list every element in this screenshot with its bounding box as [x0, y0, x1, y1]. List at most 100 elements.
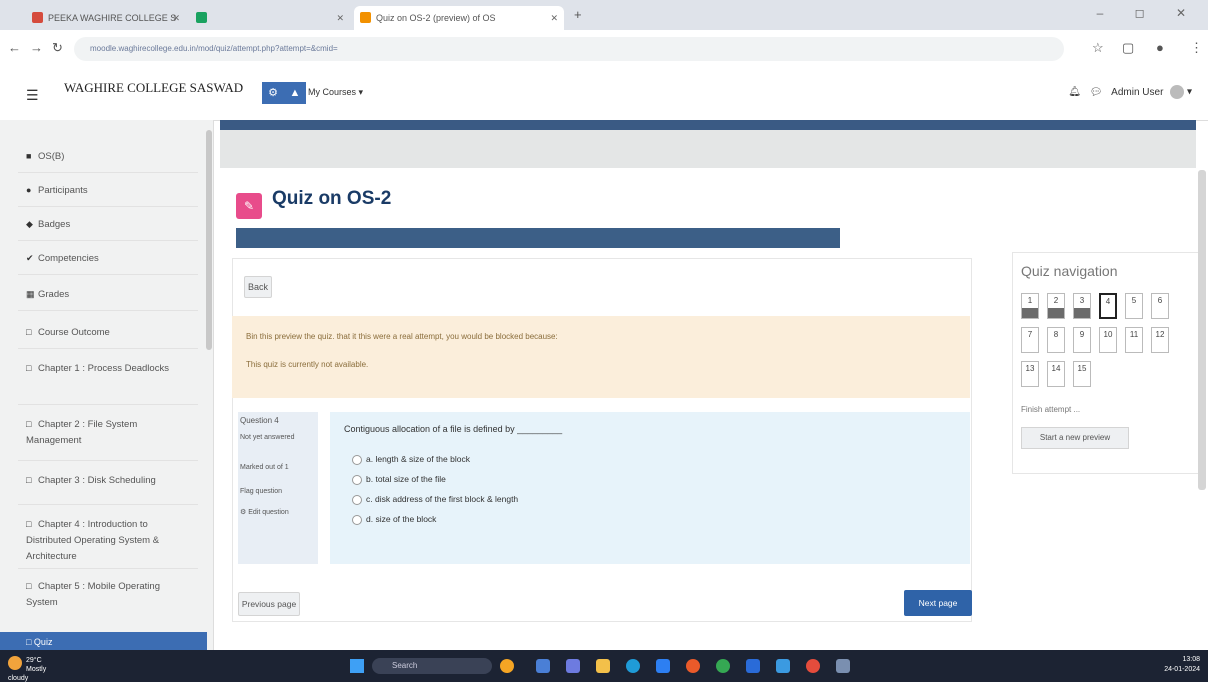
- quiz-navigation-title: Quiz navigation: [1021, 263, 1118, 279]
- sidebar-item-quiz-active[interactable]: □ Quiz: [0, 632, 207, 650]
- badges-icon: ◆: [26, 219, 33, 229]
- back-button[interactable]: Back: [244, 276, 272, 298]
- app-icon[interactable]: [836, 659, 850, 673]
- messages-icon[interactable]: 💬︎: [1090, 87, 1103, 98]
- radio-button[interactable]: [352, 474, 362, 485]
- notifications-bell-icon[interactable]: 🔔︎: [1068, 87, 1081, 98]
- browser-menu-icon[interactable]: ⋮: [1190, 40, 1203, 56]
- firefox-icon[interactable]: [686, 659, 700, 673]
- address-bar[interactable]: moodle.waghirecollege.edu.in/mod/quiz/at…: [74, 37, 1064, 61]
- gear-icon: ⚙: [240, 509, 249, 516]
- finish-attempt-link[interactable]: Finish attempt ...: [1021, 405, 1080, 414]
- forward-arrow-icon[interactable]: →: [30, 40, 43, 55]
- sidebar-item-course[interactable]: ■ OS(B): [26, 148, 186, 165]
- quiz-icon: ✎: [236, 193, 262, 219]
- radio-button[interactable]: [352, 514, 362, 525]
- sidebar-item-chapter-5[interactable]: □ Chapter 5 : Mobile Operating System: [26, 578, 186, 611]
- quiz-nav-question-7[interactable]: 7: [1021, 327, 1039, 353]
- edit-question-link[interactable]: ⚙ Edit question: [240, 508, 289, 516]
- flag-question-link[interactable]: Flag question: [240, 488, 282, 495]
- close-tab-icon[interactable]: ✕: [336, 6, 344, 30]
- browser-tab-active[interactable]: Quiz on OS-2 (preview) of OS ✕: [354, 6, 564, 30]
- tab-favicon-icon: [32, 12, 43, 23]
- quiz-nav-question-8[interactable]: 8: [1047, 327, 1065, 353]
- sidebar-item-chapter-4[interactable]: □ Chapter 4 : Introduction to Distributed…: [26, 516, 186, 565]
- user-name[interactable]: Admin User: [1111, 87, 1163, 98]
- folder-icon: □: [26, 419, 32, 429]
- quiz-nav-question-5[interactable]: 5: [1125, 293, 1143, 319]
- next-page-button[interactable]: Next page: [904, 590, 972, 616]
- tab-label: PEEKA WAGHIRE COLLEGE S: [48, 13, 177, 23]
- quiz-nav-question-13[interactable]: 13: [1021, 361, 1039, 387]
- reload-icon[interactable]: ↻: [52, 40, 63, 56]
- edge-icon[interactable]: [626, 659, 640, 673]
- sidebar-item-chapter-2[interactable]: □ Chapter 2 : File System Management: [26, 416, 186, 449]
- warning-text: Bin this preview the quiz. that it this …: [246, 332, 558, 341]
- extensions-icon[interactable]: ▢: [1122, 40, 1134, 56]
- chrome-icon[interactable]: [716, 659, 730, 673]
- browser-toolbar: ← → ↻ moodle.waghirecollege.edu.in/mod/q…: [0, 30, 1208, 71]
- radio-button[interactable]: [352, 454, 362, 465]
- teams-icon[interactable]: [566, 659, 580, 673]
- sidebar-item-badges[interactable]: ◆ Badges: [26, 216, 186, 233]
- my-courses-dropdown[interactable]: My Courses ▾: [308, 87, 363, 98]
- media-app-icon[interactable]: [806, 659, 820, 673]
- weather-widget[interactable]: 29°C Mostly cloudy: [8, 656, 50, 683]
- quiz-nav-question-2[interactable]: 2: [1047, 293, 1065, 319]
- photos-icon[interactable]: [776, 659, 790, 673]
- close-tab-icon[interactable]: ✕: [172, 6, 180, 30]
- sidebar-divider: [18, 274, 198, 275]
- sidebar-item-competencies[interactable]: ✔ Competencies: [26, 250, 186, 267]
- task-view-icon[interactable]: [536, 659, 550, 673]
- profile-icon[interactable]: ●: [1156, 40, 1164, 55]
- quiz-nav-question-1[interactable]: 1: [1021, 293, 1039, 319]
- windows-start-icon[interactable]: [350, 659, 364, 673]
- bookmark-star-icon[interactable]: ☆: [1092, 40, 1104, 56]
- tools-icon[interactable]: ⚙: [262, 82, 284, 104]
- system-tray[interactable]: 13:08 24-01-2024: [1164, 655, 1200, 675]
- user-dropdown-icon[interactable]: ▾: [1187, 87, 1192, 98]
- answer-option-b[interactable]: b. total size of the file: [352, 474, 446, 485]
- sidebar-item-course-outcome[interactable]: □ Course Outcome: [26, 324, 186, 341]
- quiz-nav-question-3[interactable]: 3: [1073, 293, 1091, 319]
- file-explorer-icon[interactable]: [596, 659, 610, 673]
- quiz-nav-question-12[interactable]: 12: [1151, 327, 1169, 353]
- sidebar-scrollbar[interactable]: [206, 130, 212, 350]
- answer-option-a[interactable]: a. length & size of the block: [352, 454, 470, 465]
- sidebar-item-participants[interactable]: ● Participants: [26, 182, 186, 199]
- radio-button[interactable]: [352, 494, 362, 505]
- browser-tab-2[interactable]: ✕: [190, 6, 350, 30]
- quiz-nav-question-4[interactable]: 4: [1099, 293, 1117, 319]
- sidebar-item-grades[interactable]: ▦ Grades: [26, 286, 186, 303]
- sidebar-item-chapter-3[interactable]: □ Chapter 3 : Disk Scheduling: [26, 472, 186, 489]
- page-scrollbar[interactable]: [1198, 170, 1206, 490]
- window-controls[interactable]: – ◻ ✕: [1097, 6, 1200, 20]
- quiz-nav-question-15[interactable]: 15: [1073, 361, 1091, 387]
- word-icon[interactable]: [746, 659, 760, 673]
- hamburger-menu-icon[interactable]: ☰: [26, 87, 39, 104]
- quiz-nav-question-10[interactable]: 10: [1099, 327, 1117, 353]
- navbar-user-area: 🔔︎ 💬︎ Admin User ▾: [1068, 85, 1192, 99]
- new-tab-icon[interactable]: +: [574, 7, 582, 22]
- quiz-nav-question-6[interactable]: 6: [1151, 293, 1169, 319]
- sidebar-divider: [18, 172, 198, 173]
- back-arrow-icon[interactable]: ←: [8, 40, 21, 55]
- tab-favicon-icon: [196, 12, 207, 23]
- widget-app-icon[interactable]: [500, 659, 514, 673]
- user-menu-icon[interactable]: ▲: [284, 82, 306, 104]
- previous-page-button[interactable]: Previous page: [238, 592, 300, 616]
- answer-option-d[interactable]: d. size of the block: [352, 514, 436, 525]
- sidebar-divider: [18, 568, 198, 569]
- store-icon[interactable]: [656, 659, 670, 673]
- browser-tab-1[interactable]: PEEKA WAGHIRE COLLEGE S ✕: [26, 6, 186, 30]
- taskbar-search[interactable]: Search: [372, 658, 492, 674]
- quiz-nav-question-9[interactable]: 9: [1073, 327, 1091, 353]
- start-new-preview-button[interactable]: Start a new preview: [1021, 427, 1129, 449]
- quiz-nav-question-14[interactable]: 14: [1047, 361, 1065, 387]
- site-name[interactable]: WAGHIRE COLLEGE SASWAD: [64, 80, 243, 96]
- sidebar-item-chapter-1[interactable]: □ Chapter 1 : Process Deadlocks: [26, 360, 186, 377]
- answer-option-c[interactable]: c. disk address of the first block & len…: [352, 494, 518, 505]
- quiz-nav-question-11[interactable]: 11: [1125, 327, 1143, 353]
- close-tab-icon[interactable]: ✕: [550, 6, 558, 30]
- avatar[interactable]: [1170, 85, 1185, 99]
